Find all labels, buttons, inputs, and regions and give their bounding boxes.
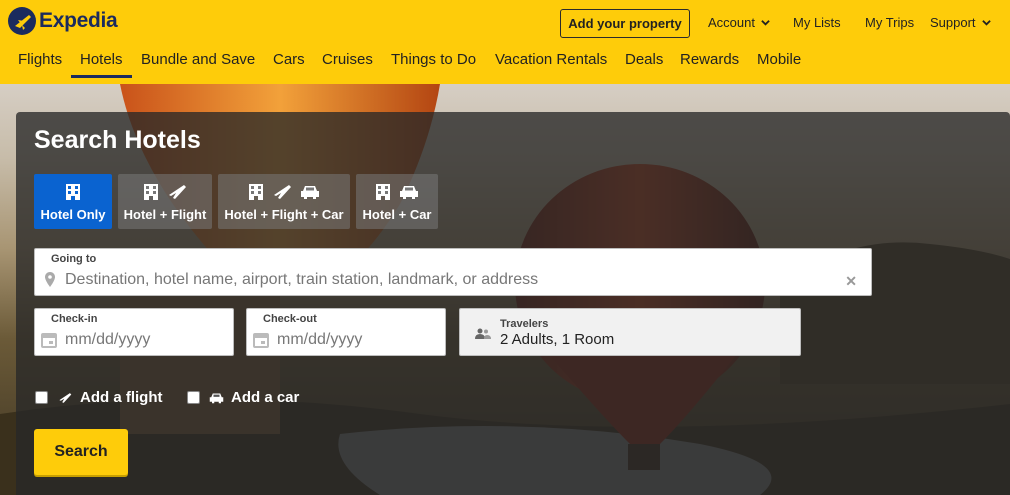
chevron-down-icon	[761, 20, 770, 26]
check-in-input[interactable]: mm/dd/yyyy	[65, 331, 150, 349]
nav-rewards[interactable]: Rewards	[680, 51, 739, 68]
add-car-checkbox[interactable]	[187, 391, 200, 404]
plane-icon	[274, 185, 291, 199]
tab-hotel-flight-label: Hotel + Flight	[123, 207, 207, 222]
nav-cars[interactable]: Cars	[273, 51, 305, 68]
hotel-icon	[144, 184, 158, 200]
nav-cruises[interactable]: Cruises	[322, 51, 373, 68]
calendar-icon	[253, 333, 269, 348]
car-icon	[209, 393, 224, 403]
tab-hotel-car[interactable]: Hotel + Car	[356, 174, 438, 229]
nav-hotels[interactable]: Hotels	[71, 51, 131, 78]
going-to-field[interactable]: Going to Destination, hotel name, airpor…	[34, 248, 872, 296]
tab-hotel-only-label: Hotel Only	[40, 207, 106, 222]
support-menu[interactable]: Support	[930, 15, 991, 30]
search-button[interactable]: Search	[34, 429, 128, 475]
tab-hotel-only[interactable]: Hotel Only	[34, 174, 112, 229]
site-header: Expedia Add your property Account My Lis…	[0, 0, 1010, 84]
check-out-label: Check-out	[263, 313, 317, 325]
check-out-field[interactable]: Check-out mm/dd/yyyy	[246, 308, 446, 356]
people-icon	[475, 328, 491, 339]
check-in-label: Check-in	[51, 313, 98, 325]
add-car-option[interactable]: Add a car	[187, 389, 299, 406]
check-out-input[interactable]: mm/dd/yyyy	[277, 331, 362, 349]
add-flight-label: Add a flight	[80, 389, 163, 406]
travelers-label: Travelers	[500, 318, 549, 330]
my-trips-link[interactable]: My Trips	[865, 15, 914, 30]
hotel-icon	[66, 184, 80, 200]
nav-vacation-rentals[interactable]: Vacation Rentals	[495, 51, 607, 68]
search-title: Search Hotels	[34, 126, 201, 154]
clear-icon[interactable]: ✕	[845, 273, 857, 290]
search-panel	[16, 112, 1010, 495]
account-label: Account	[708, 15, 755, 30]
expedia-logo[interactable]: Expedia	[8, 7, 118, 35]
going-to-label: Going to	[51, 253, 97, 265]
support-label: Support	[930, 15, 976, 30]
add-flight-option[interactable]: Add a flight	[35, 389, 163, 406]
hotel-icon	[376, 184, 390, 200]
globe-plane-icon	[8, 7, 36, 35]
add-property-button[interactable]: Add your property	[560, 9, 690, 38]
calendar-icon	[41, 333, 57, 348]
hotel-icon	[249, 184, 263, 200]
plane-icon	[59, 392, 72, 403]
brand-name: Expedia	[39, 9, 118, 32]
check-in-field[interactable]: Check-in mm/dd/yyyy	[34, 308, 234, 356]
plane-icon	[169, 185, 186, 199]
nav-flights[interactable]: Flights	[18, 51, 62, 68]
tab-hotel-flight[interactable]: Hotel + Flight	[118, 174, 212, 229]
travelers-selector[interactable]: Travelers 2 Adults, 1 Room	[459, 308, 801, 356]
nav-bundle-and-save[interactable]: Bundle and Save	[141, 51, 255, 68]
my-lists-label: My Lists	[793, 15, 841, 30]
nav-things-to-do[interactable]: Things to Do	[391, 51, 476, 68]
add-flight-checkbox[interactable]	[35, 391, 48, 404]
car-icon	[301, 186, 319, 199]
tab-hotel-flight-car[interactable]: Hotel + Flight + Car	[218, 174, 350, 229]
going-to-input[interactable]: Destination, hotel name, airport, train …	[65, 271, 538, 289]
location-pin-icon	[45, 272, 55, 287]
car-icon	[400, 186, 418, 199]
my-lists-link[interactable]: My Lists	[793, 15, 841, 30]
tab-hotel-car-label: Hotel + Car	[362, 207, 432, 222]
tab-hotel-flight-car-label: Hotel + Flight + Car	[224, 207, 344, 222]
chevron-down-icon	[981, 20, 991, 26]
add-car-label: Add a car	[231, 389, 300, 406]
nav-mobile[interactable]: Mobile	[757, 51, 801, 68]
my-trips-label: My Trips	[865, 15, 915, 30]
travelers-value: 2 Adults, 1 Room	[500, 331, 615, 348]
account-menu[interactable]: Account	[708, 15, 770, 30]
nav-deals[interactable]: Deals	[625, 51, 663, 68]
